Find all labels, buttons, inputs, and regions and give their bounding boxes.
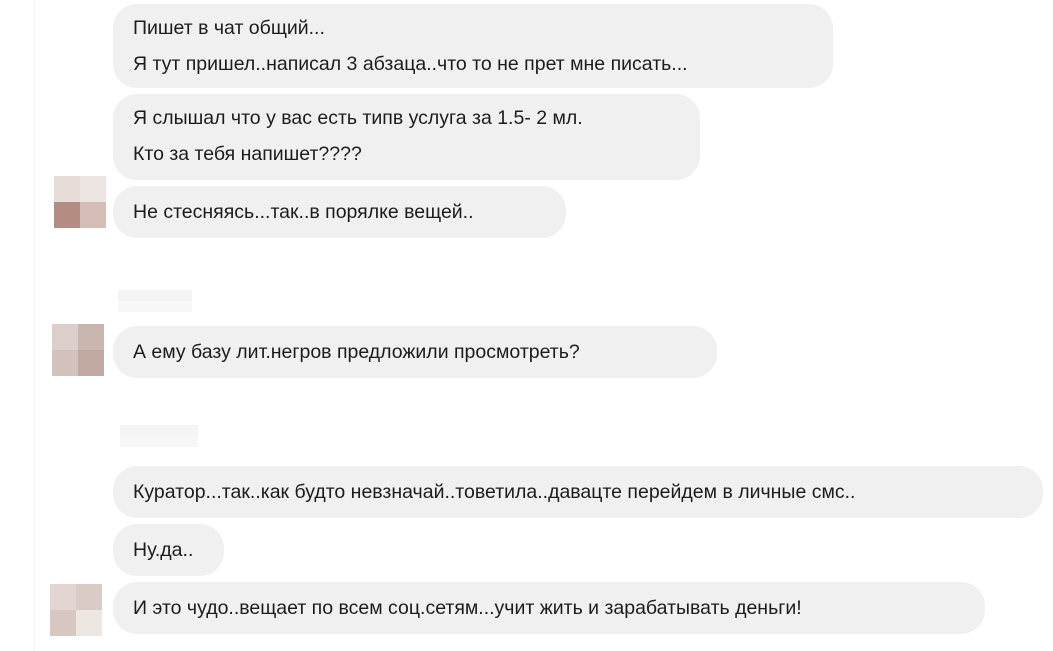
message-text: Ну.да.. [133,539,194,561]
sender-name[interactable] [118,290,192,312]
message-text: Я слышал что у вас есть типв услуга за 1… [133,107,583,129]
message-text: Куратор...так..как будто невзначай..тове… [133,481,856,503]
message-bubble[interactable]: И это чудо..вещает по всем соц.сетям...у… [113,582,985,634]
message-text: Пишет в чат общий... [133,17,325,39]
message-text: Кто за тебя напишет???? [133,143,362,165]
message-text: И это чудо..вещает по всем соц.сетям...у… [133,597,802,619]
sender-name[interactable] [120,425,198,447]
thread-divider [34,0,35,651]
message-text: Не стесняясь...так..в порялке вещей.. [133,201,474,223]
sender-avatar[interactable] [52,324,104,376]
message-bubble[interactable]: Пишет в чат общий... Я тут пришел..напис… [113,4,833,88]
sender-avatar[interactable] [50,584,102,636]
chat-thread: Пишет в чат общий... Я тут пришел..напис… [0,0,1053,651]
message-bubble[interactable]: Куратор...так..как будто невзначай..тове… [113,466,1043,518]
message-text: А ему базу лит.негров предложили просмот… [133,341,580,363]
message-bubble[interactable]: Я слышал что у вас есть типв услуга за 1… [113,94,700,180]
message-text: Я тут пришел..написал 3 абзаца..что то н… [133,53,688,75]
message-bubble[interactable]: Ну.да.. [113,524,224,576]
sender-avatar[interactable] [54,176,106,228]
message-bubble[interactable]: А ему базу лит.негров предложили просмот… [113,326,717,378]
message-bubble[interactable]: Не стесняясь...так..в порялке вещей.. [113,186,566,238]
